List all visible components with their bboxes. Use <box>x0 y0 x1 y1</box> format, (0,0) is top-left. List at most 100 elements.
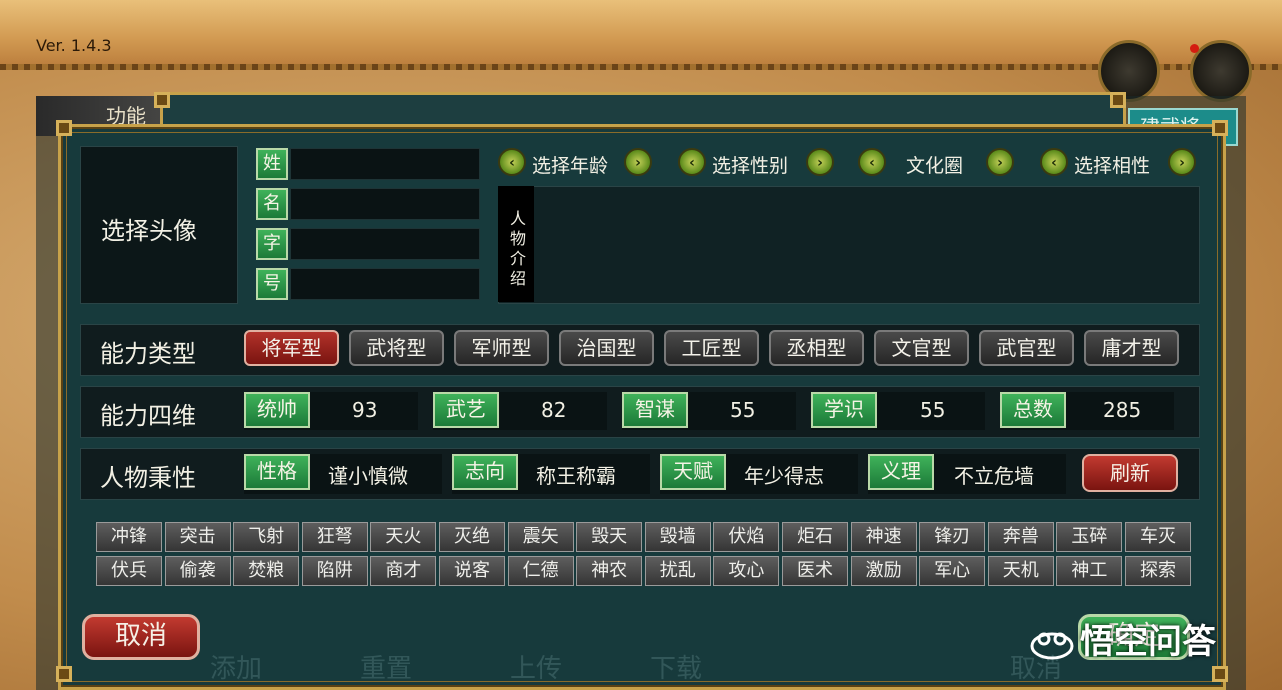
age-next-arrow-icon[interactable]: › <box>624 148 652 176</box>
type-strategist-button[interactable]: 军师型 <box>454 330 549 366</box>
trait-talent-value: 年少得志 <box>744 464 824 488</box>
ghost-add-button: 添加 <box>210 654 263 684</box>
skill-button[interactable]: 炬石 <box>782 522 848 552</box>
skill-button[interactable]: 锋刃 <box>919 522 986 552</box>
stat-knowledge-tag: 学识 <box>811 392 877 428</box>
skill-button[interactable]: 冲锋 <box>96 522 162 552</box>
type-civil-official-button[interactable]: 文官型 <box>874 330 969 366</box>
trait-ambition-value: 称王称霸 <box>536 464 616 488</box>
skill-button[interactable]: 焚粮 <box>233 556 300 586</box>
skill-button[interactable]: 天机 <box>987 556 1054 586</box>
skill-button[interactable]: 毁天 <box>576 522 643 552</box>
trait-principle-value: 不立危墙 <box>954 464 1034 488</box>
stat-command-tag: 统帅 <box>244 392 310 428</box>
type-mediocre-button[interactable]: 庸才型 <box>1084 330 1179 366</box>
type-warrior-button[interactable]: 武将型 <box>349 330 444 366</box>
gender-prev-arrow-icon[interactable]: ‹ <box>678 148 706 176</box>
refresh-button[interactable]: 刷新 <box>1082 454 1178 492</box>
age-selector: ‹ 选择年龄 › <box>498 148 652 180</box>
art-name-input[interactable] <box>290 268 480 300</box>
ghost-upload-button: 上传 <box>510 654 563 684</box>
skill-button[interactable]: 攻心 <box>713 556 780 586</box>
skill-button[interactable]: 伏兵 <box>96 556 162 586</box>
skill-button[interactable]: 陷阱 <box>301 556 368 586</box>
watermark-logo-icon <box>1030 632 1074 659</box>
skill-button[interactable]: 神工 <box>1056 556 1123 586</box>
skill-button[interactable]: 玉碎 <box>1056 522 1123 552</box>
type-chancellor-button[interactable]: 丞相型 <box>769 330 864 366</box>
skill-button[interactable]: 仁德 <box>507 556 574 586</box>
stat-martial-tag: 武艺 <box>433 392 499 428</box>
gender-selector-label: 选择性别 <box>712 155 789 177</box>
stat-command-value: 93 <box>352 398 378 422</box>
skill-button[interactable]: 医术 <box>782 556 848 586</box>
stat-martial-value: 82 <box>541 398 567 422</box>
affinity-next-arrow-icon[interactable]: › <box>1168 148 1196 176</box>
corner-ornament-icon <box>56 120 72 136</box>
skill-button[interactable]: 商才 <box>370 556 437 586</box>
watermark: 悟空问答 <box>1030 614 1216 664</box>
skill-button[interactable]: 说客 <box>439 556 505 586</box>
bio-label: 人物介绍 <box>498 186 534 302</box>
stats-title: 能力四维 <box>100 402 196 430</box>
corner-ornament-icon <box>1110 92 1126 108</box>
avatar-select-button[interactable]: 选择头像 <box>80 146 238 304</box>
skill-button[interactable]: 军心 <box>919 556 986 586</box>
surname-input[interactable] <box>290 148 480 180</box>
skill-button[interactable]: 激励 <box>850 556 917 586</box>
skill-button[interactable]: 偷袭 <box>164 556 231 586</box>
settings-round-button[interactable] <box>1190 40 1252 102</box>
version-label: Ver. 1.4.3 <box>36 36 112 55</box>
culture-next-arrow-icon[interactable]: › <box>986 148 1014 176</box>
stat-intellect-value: 55 <box>730 398 756 422</box>
title-bar-background <box>0 0 1282 70</box>
culture-prev-arrow-icon[interactable]: ‹ <box>858 148 886 176</box>
cancel-button[interactable]: 取消 <box>82 614 200 660</box>
stat-total-value: 285 <box>1103 398 1142 422</box>
notification-dot-icon <box>1190 44 1199 53</box>
skill-button[interactable]: 灭绝 <box>439 522 505 552</box>
dialog-top-frame <box>160 92 1126 126</box>
type-general-button[interactable]: 将军型 <box>244 330 339 366</box>
skill-button[interactable]: 天火 <box>370 522 437 552</box>
ghost-download-button: 下载 <box>650 654 703 684</box>
trait-talent-tag: 天赋 <box>660 454 726 490</box>
corner-ornament-icon <box>1212 120 1228 136</box>
skill-button[interactable]: 神速 <box>850 522 917 552</box>
avatar-label: 选择头像 <box>101 217 197 245</box>
watermark-text: 悟空问答 <box>1080 622 1216 662</box>
skill-button[interactable]: 突击 <box>164 522 231 552</box>
skill-button[interactable]: 飞射 <box>233 522 300 552</box>
age-prev-arrow-icon[interactable]: ‹ <box>498 148 526 176</box>
courtesy-name-input[interactable] <box>290 228 480 260</box>
skill-button[interactable]: 伏焰 <box>713 522 780 552</box>
skill-button[interactable]: 神农 <box>576 556 643 586</box>
skill-button[interactable]: 车灭 <box>1125 522 1191 552</box>
corner-ornament-icon <box>56 666 72 682</box>
skill-button[interactable]: 扰乱 <box>644 556 711 586</box>
skill-button[interactable]: 奔兽 <box>987 522 1054 552</box>
type-governor-button[interactable]: 治国型 <box>559 330 654 366</box>
gender-next-arrow-icon[interactable]: › <box>806 148 834 176</box>
bio-textarea[interactable] <box>498 186 1200 304</box>
affinity-selector-label: 选择相性 <box>1074 155 1151 177</box>
stat-total-tag: 总数 <box>1000 392 1066 428</box>
given-name-tag: 名 <box>256 188 288 220</box>
corner-ornament-icon <box>154 92 170 108</box>
stat-knowledge-value: 55 <box>920 398 946 422</box>
type-military-official-button[interactable]: 武官型 <box>979 330 1074 366</box>
skill-button[interactable]: 毁墙 <box>644 522 711 552</box>
skill-button[interactable]: 震矢 <box>507 522 574 552</box>
skill-button[interactable]: 探索 <box>1125 556 1191 586</box>
trait-personality-value: 谨小慎微 <box>328 464 408 488</box>
ability-type-title: 能力类型 <box>100 340 196 368</box>
type-craftsman-button[interactable]: 工匠型 <box>664 330 759 366</box>
stat-intellect-tag: 智谋 <box>622 392 688 428</box>
skill-button[interactable]: 狂弩 <box>301 522 368 552</box>
culture-selector-label: 文化圈 <box>906 155 964 177</box>
gender-selector: ‹ 选择性别 › <box>678 148 834 180</box>
trait-personality-tag: 性格 <box>244 454 310 490</box>
affinity-prev-arrow-icon[interactable]: ‹ <box>1040 148 1068 176</box>
traits-title: 人物秉性 <box>100 464 196 492</box>
given-name-input[interactable] <box>290 188 480 220</box>
